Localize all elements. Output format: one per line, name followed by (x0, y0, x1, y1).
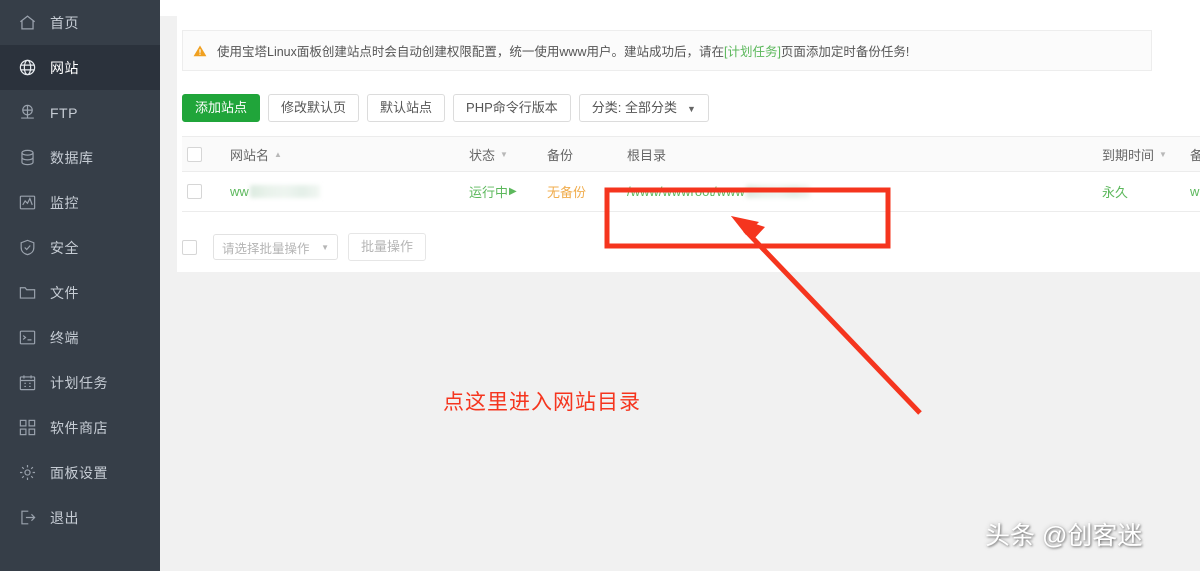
column-header-note: 备 (1190, 137, 1200, 171)
sidebar-item-label: 文件 (50, 284, 79, 301)
sidebar-item-ftp[interactable]: FTP (0, 90, 160, 135)
play-icon: ▶ (509, 186, 517, 197)
cell-backup[interactable]: 无备份 (547, 172, 586, 211)
cell-root-directory[interactable]: /www/wwwroot/www (627, 172, 810, 211)
chevron-down-icon: ▼ (321, 242, 329, 252)
warning-link-crontab[interactable]: [计划任务] (724, 45, 781, 59)
column-header-root-label: 根目录 (627, 147, 667, 163)
home-icon (16, 12, 38, 34)
column-header-root: 根目录 (627, 137, 666, 171)
root-path-redacted (745, 185, 810, 198)
backup-text: 无备份 (547, 185, 587, 200)
category-filter-dropdown[interactable]: 分类: 全部分类 ▼ (578, 94, 709, 122)
logout-icon (16, 507, 38, 529)
php-cli-version-button[interactable]: PHP命令行版本 (453, 94, 571, 122)
warning-triangle-icon (193, 44, 207, 58)
edit-default-page-button[interactable]: 修改默认页 (268, 94, 360, 122)
sidebar-item-files[interactable]: 文件 (0, 270, 160, 315)
sidebar-item-appstore[interactable]: 软件商店 (0, 405, 160, 450)
column-header-status-label: 状态 (469, 147, 496, 163)
sites-table: 网站名 ▲ 状态 ▼ 备份 根目录 到期时间 ▼ 备 ww 运行中 ▶ 无备份 … (182, 136, 1200, 212)
sidebar-item-label: 退出 (50, 509, 79, 526)
apps-icon (16, 417, 38, 439)
row-select-checkbox[interactable] (187, 184, 202, 199)
shield-icon (16, 237, 38, 259)
site-name-text: ww (230, 184, 249, 199)
cell-expire[interactable]: 永久 (1102, 172, 1128, 211)
warning-banner: 使用宝塔Linux面板创建站点时会自动创建权限配置，统一使用www用户。建站成功… (182, 30, 1152, 71)
warning-text-before: 使用宝塔Linux面板创建站点时会自动创建权限配置，统一使用www用户。建站成功… (217, 45, 724, 59)
cell-site-name[interactable]: ww (230, 172, 320, 211)
sidebar-item-label: 首页 (50, 14, 79, 31)
table-header-row: 网站名 ▲ 状态 ▼ 备份 根目录 到期时间 ▼ 备 (182, 136, 1200, 172)
sidebar-item-crontab[interactable]: 计划任务 (0, 360, 160, 405)
warning-text: 使用宝塔Linux面板创建站点时会自动创建权限配置，统一使用www用户。建站成功… (217, 41, 909, 60)
warning-text-after: 页面添加定时备份任务! (780, 45, 910, 59)
column-header-name[interactable]: 网站名 ▲ (230, 137, 282, 171)
expire-text: 永久 (1102, 185, 1129, 200)
watermark: 头条 @创客迷 (985, 522, 1143, 550)
sort-desc-icon: ▼ (1159, 149, 1167, 159)
calendar-icon (16, 372, 38, 394)
column-header-backup: 备份 (547, 137, 573, 171)
sort-desc-icon: ▼ (500, 149, 508, 159)
sidebar: 首页 网站 FTP 数据库 监控 安全 文件 终端 计划任务 软件商店 面板设置… (0, 0, 160, 571)
database-icon (16, 147, 38, 169)
bulk-action-button[interactable]: 批量操作 (348, 233, 427, 261)
cell-note[interactable]: w (1190, 172, 1199, 211)
column-header-note-label: 备 (1190, 147, 1200, 163)
bulk-action-bar: 请选择批量操作 ▼ 批量操作 (182, 233, 434, 261)
bulk-select-all-checkbox[interactable] (182, 239, 197, 255)
add-site-button[interactable]: 添加站点 (182, 94, 261, 122)
sidebar-item-label: 安全 (50, 239, 79, 256)
toolbar: 添加站点 修改默认页 默认站点 PHP命令行版本 分类: 全部分类 ▼ (182, 94, 717, 122)
sidebar-item-home[interactable]: 首页 (0, 0, 160, 45)
status-text: 运行中 (469, 185, 509, 200)
sidebar-item-label: 数据库 (50, 149, 94, 166)
row-checkbox-cell (187, 172, 202, 211)
sidebar-item-terminal[interactable]: 终端 (0, 315, 160, 360)
sidebar-item-label: 网站 (50, 59, 79, 76)
default-site-button[interactable]: 默认站点 (367, 94, 446, 122)
select-all-checkbox[interactable] (187, 146, 202, 162)
top-strip (160, 0, 1200, 16)
column-header-status[interactable]: 状态 ▼ (469, 137, 508, 171)
bulk-action-select-placeholder: 请选择批量操作 (222, 241, 310, 256)
sidebar-item-website[interactable]: 网站 (0, 45, 160, 90)
chevron-down-icon: ▼ (687, 104, 696, 114)
sidebar-item-database[interactable]: 数据库 (0, 135, 160, 180)
root-path-text: /www/wwwroot/www (627, 184, 745, 199)
main-content: 使用宝塔Linux面板创建站点时会自动创建权限配置，统一使用www用户。建站成功… (160, 0, 1200, 571)
gear-icon (16, 462, 38, 484)
sidebar-item-label: FTP (50, 104, 78, 121)
note-text: w (1190, 184, 1200, 199)
sidebar-item-label: 面板设置 (50, 464, 108, 481)
sidebar-item-label: 终端 (50, 329, 79, 346)
globe-icon (16, 57, 38, 79)
sidebar-item-panel-settings[interactable]: 面板设置 (0, 450, 160, 495)
sidebar-item-label: 计划任务 (50, 374, 108, 391)
column-header-name-label: 网站名 (230, 147, 270, 163)
annotation-text: 点这里进入网站目录 (443, 391, 641, 414)
monitor-icon (16, 192, 38, 214)
folder-icon (16, 282, 38, 304)
sidebar-item-label: 监控 (50, 194, 79, 211)
column-header-backup-label: 备份 (547, 147, 574, 163)
column-header-expire-label: 到期时间 (1102, 147, 1155, 163)
sidebar-item-security[interactable]: 安全 (0, 225, 160, 270)
sidebar-item-label: 软件商店 (50, 419, 108, 436)
ftp-icon (16, 102, 38, 124)
sidebar-item-logout[interactable]: 退出 (0, 495, 160, 540)
bulk-action-select[interactable]: 请选择批量操作 ▼ (213, 234, 338, 260)
category-filter-label: 分类: 全部分类 (591, 100, 678, 115)
select-all-checkbox-cell (187, 137, 202, 171)
cell-status[interactable]: 运行中 ▶ (469, 172, 517, 211)
terminal-icon (16, 327, 38, 349)
site-name-redacted (249, 185, 320, 198)
table-row: ww 运行中 ▶ 无备份 /www/wwwroot/www 永久 w (182, 172, 1200, 212)
column-header-expire[interactable]: 到期时间 ▼ (1102, 137, 1167, 171)
sort-asc-icon: ▲ (274, 149, 282, 159)
sidebar-item-monitor[interactable]: 监控 (0, 180, 160, 225)
